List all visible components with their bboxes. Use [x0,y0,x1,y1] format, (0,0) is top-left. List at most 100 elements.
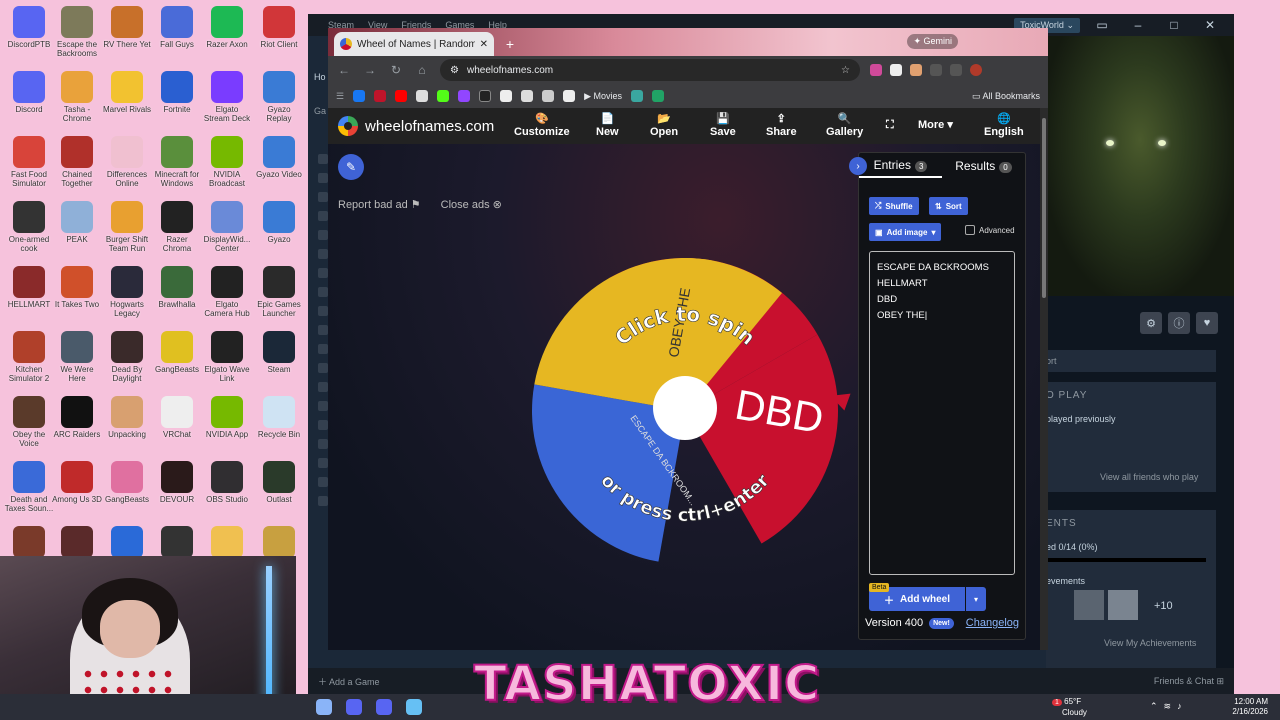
steam-view-all-friends[interactable]: View all friends who play [1100,472,1198,482]
bookmark-icon[interactable] [521,90,534,102]
nav-gallery[interactable]: 🔍 Gallery [826,112,863,138]
desktop-shortcut[interactable]: Marvel Rivals [102,71,152,114]
forward-icon[interactable]: → [362,63,378,77]
desktop-shortcut[interactable]: ARC Raiders [52,396,102,439]
desktop-shortcut[interactable]: Elgato Camera Hub [202,266,252,318]
desktop-shortcut[interactable]: Escape the Backrooms [52,6,102,58]
close-tab-icon[interactable]: ✕ [480,39,488,50]
steam-home-tab[interactable]: Ho [314,72,326,82]
steam-friends-chat[interactable]: Friends & Chat ⊞ [1154,676,1224,687]
desktop-shortcut[interactable]: Obey the Voice [4,396,54,448]
desktop-shortcut[interactable]: Riot Client [254,6,304,49]
desktop-shortcut[interactable]: Outlast [254,461,304,504]
desktop-shortcut[interactable]: GangBeasts [152,331,202,374]
extension-icon[interactable] [930,64,942,76]
sort-button[interactable]: ⇅ Sort [929,197,968,215]
desktop-shortcut[interactable]: Fortnite [152,71,202,114]
desktop-shortcut[interactable]: Discord [4,71,54,114]
extension-icon[interactable] [910,64,922,76]
nav-save[interactable]: 💾 Save [710,112,736,138]
desktop-shortcut[interactable]: Kitchen Simulator 2 [4,331,54,383]
desktop-shortcut[interactable]: DiscordPTB [4,6,54,49]
desktop-shortcut[interactable]: Epic Games Launcher [254,266,304,318]
desktop-shortcut[interactable]: Burger Shift Team Run [102,201,152,253]
monitor-icon[interactable]: ▭ [1088,18,1116,32]
twitch-icon[interactable] [458,90,471,102]
desktop-shortcut[interactable] [52,526,102,560]
clock[interactable]: 12:00 AM 2/16/2026 [1232,697,1268,717]
desktop-shortcut[interactable]: It Takes Two [52,266,102,309]
desktop-shortcut[interactable] [202,526,252,560]
desktop-shortcut[interactable]: Gyazo [254,201,304,244]
nav-open[interactable]: 📂 Open [650,112,678,138]
desktop-shortcut[interactable]: Minecraft for Windows [152,136,202,188]
nav-new[interactable]: 📄 New [596,112,619,138]
desktop-shortcut[interactable]: We Were Here [52,331,102,383]
desktop-shortcut[interactable]: HELLMART [4,266,54,309]
desktop-shortcut[interactable]: Gyazo Replay [254,71,304,123]
close-ads-link[interactable]: Close ads ⊗ [441,198,502,211]
bookmark-movies[interactable]: ▶ Movies [584,91,622,102]
desktop-shortcut[interactable]: DEVOUR [152,461,202,504]
gear-icon[interactable]: ⚙ [1140,312,1162,334]
desktop-shortcut[interactable]: Recycle Bin [254,396,304,439]
close-icon[interactable]: ✕ [1196,18,1224,32]
desktop-shortcut[interactable]: Elgato Stream Deck [202,71,252,123]
back-icon[interactable]: ← [336,63,352,77]
extension-icon[interactable] [890,64,902,76]
address-bar[interactable]: ⚙ wheelofnames.com ☆ [440,59,860,81]
youtube-icon[interactable] [395,90,408,102]
wifi-icon[interactable]: ≋ [1164,701,1178,711]
add-image-button[interactable]: ▣ Add image ▾ [869,223,942,241]
tab-results[interactable]: Results 0 [942,155,1025,177]
profile-avatar[interactable] [970,64,982,76]
volume-icon[interactable]: ♪ [1177,701,1188,711]
file-explorer-icon[interactable] [316,699,332,715]
desktop-shortcut[interactable]: Brawlhalla [152,266,202,309]
desktop-shortcut[interactable]: Razer Chroma [152,201,202,253]
desktop-shortcut[interactable]: One-armed cook [4,201,54,253]
desktop-shortcut[interactable]: Unpacking [102,396,152,439]
bookmark-icon[interactable] [542,90,555,102]
tab-wheel-of-names[interactable]: Wheel of Names | Random nam ✕ [334,32,494,56]
apps-icon[interactable]: ☰ [336,91,344,102]
heart-icon[interactable]: ♥ [1196,312,1218,334]
advanced-checkbox[interactable] [965,225,975,235]
desktop-shortcut[interactable]: VRChat [152,396,202,439]
bookmark-icon[interactable] [563,90,576,102]
desktop-shortcut[interactable] [152,526,202,560]
desktop-shortcut[interactable]: DisplayWid... Center [202,201,252,253]
desktop-shortcut[interactable]: GangBeasts [102,461,152,504]
extension-icon[interactable] [950,64,962,76]
achievement-icon[interactable] [1074,590,1104,620]
wheel[interactable]: DBD OBEY THE ESCAPE DA BCKROOM... Click … [532,258,838,564]
all-bookmarks[interactable]: ▭ All Bookmarks [972,91,1040,102]
desktop-shortcut[interactable]: Razer Axon [202,6,252,49]
bookmark-icon[interactable] [631,90,644,102]
desktop-shortcut[interactable]: Hogwarts Legacy [102,266,152,318]
desktop-shortcut[interactable]: Fall Guys [152,6,202,49]
desktop-shortcut[interactable]: NVIDIA App [202,396,252,439]
nav-customize[interactable]: 🎨 Customize [514,112,570,138]
collapse-panel-button[interactable]: › [849,157,867,175]
site-info-icon[interactable]: ⚙ [450,65,459,76]
desktop-shortcut[interactable]: Among Us 3D [52,461,102,504]
steam-icon[interactable] [406,699,422,715]
desktop-shortcut[interactable]: Fast Food Simulator [4,136,54,188]
desktop-shortcut[interactable]: PEAK [52,201,102,244]
desktop-shortcut[interactable]: RV There Yet [102,6,152,49]
instagram-icon[interactable] [416,90,429,102]
steam-games-tab[interactable]: Ga [314,106,326,116]
desktop-shortcut[interactable] [102,526,152,560]
nav-share[interactable]: ⇪ Share [766,112,797,138]
discord-icon[interactable] [346,699,362,715]
nav-more[interactable]: More ▾ [918,118,953,131]
desktop-shortcut[interactable]: Tasha - Chrome [52,71,102,123]
desktop-shortcut[interactable]: Chained Together [52,136,102,188]
home-icon[interactable]: ⌂ [414,63,430,77]
steam-add-game[interactable]: ＋ Add a Game [318,675,380,688]
advanced-toggle[interactable]: Advanced [965,225,1015,235]
facebook-icon[interactable] [353,90,366,102]
desktop-shortcut[interactable]: Death and Taxes Soun... [4,461,54,513]
reload-icon[interactable]: ↻ [388,63,404,77]
